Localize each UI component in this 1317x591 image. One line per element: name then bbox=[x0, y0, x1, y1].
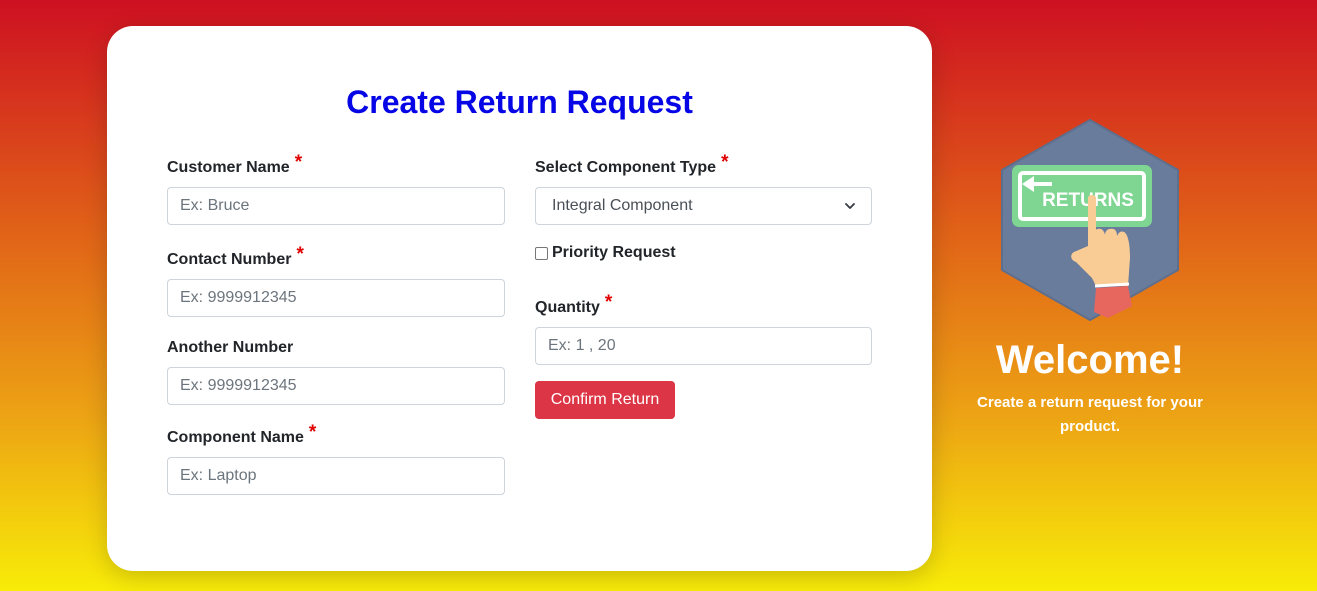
contact-number-input[interactable] bbox=[167, 279, 505, 317]
customer-name-input[interactable] bbox=[167, 187, 505, 225]
component-type-select[interactable]: Integral Component bbox=[535, 187, 872, 225]
required-mark: * bbox=[308, 422, 317, 443]
customer-name-label: Customer Name bbox=[167, 159, 290, 176]
component-type-label: Select Component Type bbox=[535, 159, 717, 176]
returns-sign-icon: RETURNS bbox=[1001, 119, 1179, 321]
priority-request-checkbox[interactable] bbox=[535, 246, 548, 260]
quantity-input[interactable] bbox=[535, 327, 872, 365]
welcome-tagline: Create a return request for your product… bbox=[977, 394, 1203, 435]
required-mark: * bbox=[604, 292, 613, 313]
customer-name-field: Customer Name * bbox=[167, 152, 505, 225]
quantity-label: Quantity bbox=[535, 299, 600, 316]
another-number-input[interactable] bbox=[167, 367, 505, 405]
component-type-field: Select Component Type * Integral Compone… bbox=[535, 152, 873, 225]
required-mark: * bbox=[296, 244, 304, 265]
required-mark: * bbox=[294, 152, 303, 173]
contact-number-field: Contact Number * bbox=[167, 244, 505, 317]
component-type-selected: Integral Component bbox=[552, 197, 693, 214]
priority-request-row: Priority Request bbox=[535, 244, 676, 262]
another-number-field: Another Number bbox=[167, 333, 505, 405]
contact-number-label: Contact Number bbox=[167, 251, 292, 268]
required-mark: * bbox=[721, 152, 729, 173]
welcome-heading: Welcome! bbox=[995, 338, 1185, 382]
confirm-return-button[interactable]: Confirm Return bbox=[535, 381, 675, 419]
component-name-input[interactable] bbox=[167, 457, 505, 495]
priority-request-label[interactable]: Priority Request bbox=[552, 244, 676, 262]
chevron-down-icon bbox=[845, 203, 855, 209]
component-name-label: Component Name bbox=[167, 429, 304, 446]
welcome-panel: RETURNS Welcome! Create a return request… bbox=[940, 118, 1240, 439]
return-form-card: Create Return Request Customer Name * Co… bbox=[107, 26, 932, 571]
another-number-label: Another Number bbox=[167, 339, 294, 356]
form-title: Create Return Request bbox=[346, 84, 693, 120]
component-name-field: Component Name * bbox=[167, 422, 505, 495]
quantity-field: Quantity * bbox=[535, 292, 873, 365]
